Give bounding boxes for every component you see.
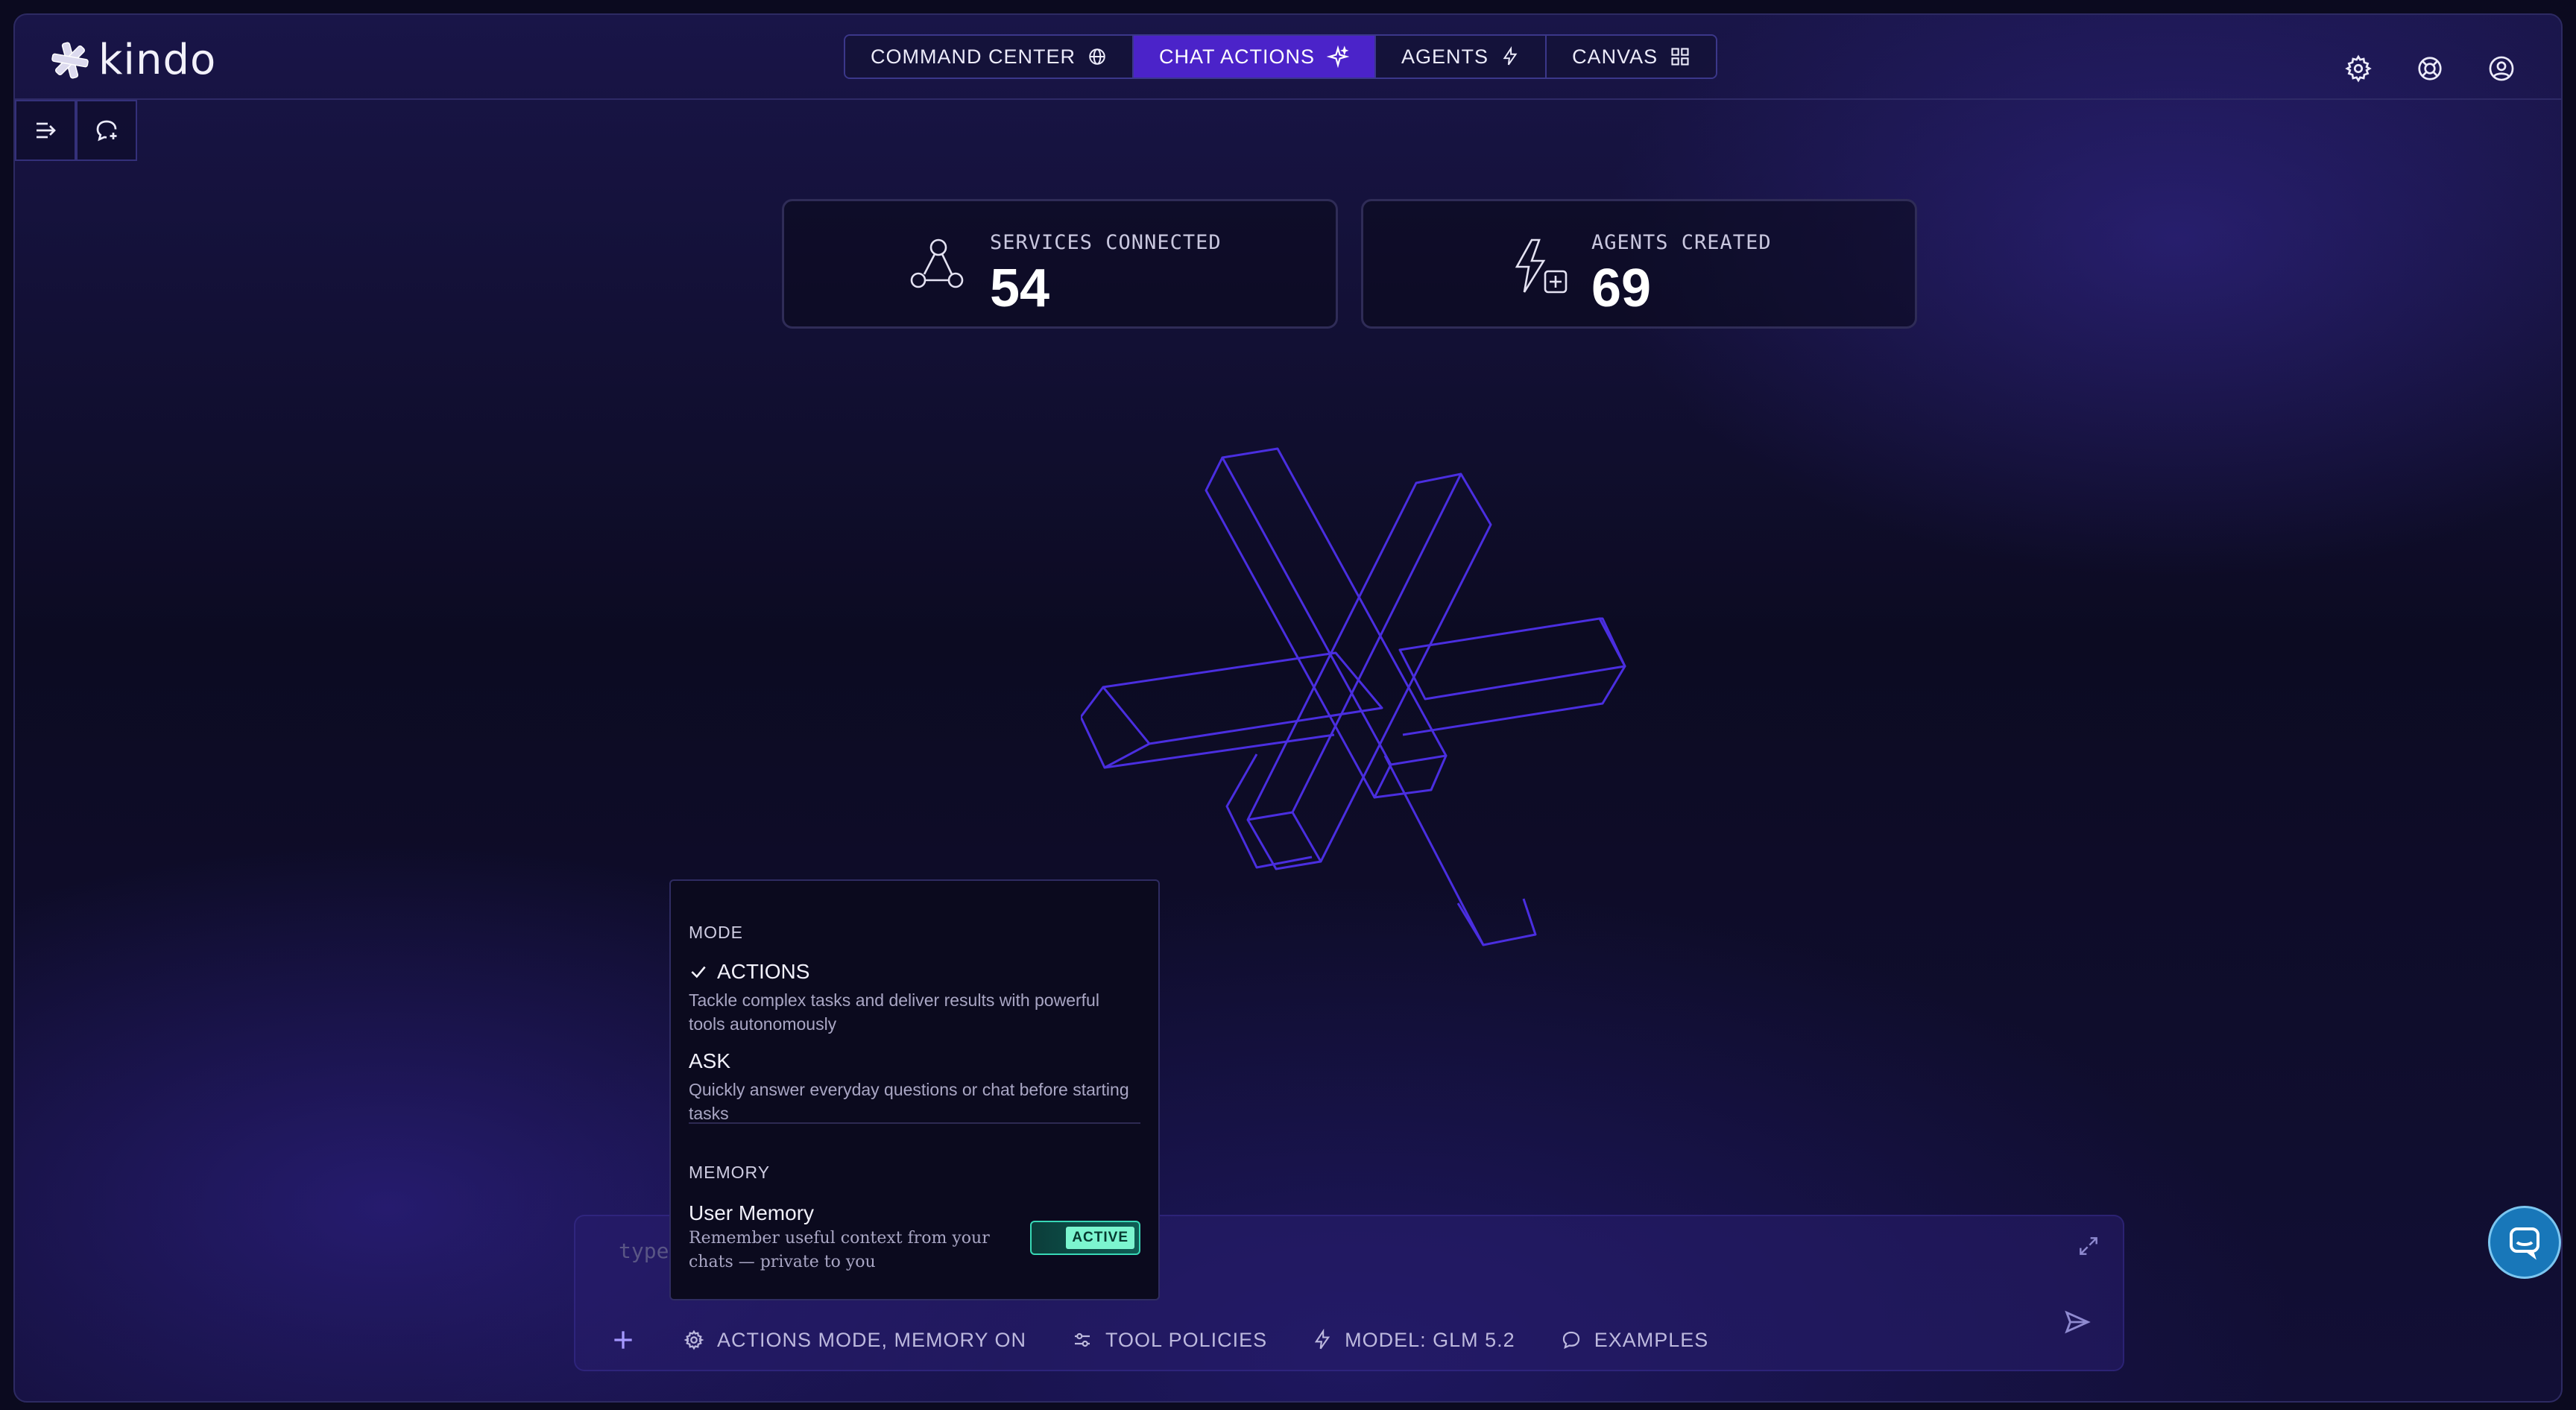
- profile-button[interactable]: [2487, 54, 2516, 83]
- kindo-logo[interactable]: kindo: [49, 36, 216, 84]
- lifebuoy-icon: [2418, 57, 2442, 80]
- tab-canvas[interactable]: CANVAS: [1547, 36, 1717, 78]
- user-memory-title: User Memory: [689, 1201, 815, 1224]
- grid-icon: [1671, 48, 1689, 66]
- model-label: MODEL: GLM 5.2: [1345, 1328, 1515, 1351]
- services-connected-card[interactable]: SERVICES CONNECTED 54: [782, 199, 1338, 329]
- chat-support-icon: [2510, 1227, 2539, 1260]
- composer-toolbar: ACTIONS MODE, MEMORY ON TOOL POLICIES MO…: [608, 1325, 1708, 1355]
- mode-selector-button[interactable]: ACTIONS MODE, MEMORY ON: [683, 1329, 1026, 1352]
- option-description: Tackle complex tasks and deliver results…: [689, 990, 1099, 1034]
- settings-button[interactable]: [2343, 54, 2373, 83]
- chat-bubble-icon: [1562, 1331, 1579, 1349]
- send-icon: [2065, 1310, 2091, 1334]
- top-bar: kindo COMMAND CENTER CHAT ACTIONS AGENTS…: [15, 15, 2561, 100]
- expand-icon: [2080, 1237, 2097, 1255]
- mode-menu: MODE ACTIONS Tackle complex tasks and de…: [669, 879, 1160, 1300]
- tab-label: AGENTS: [1401, 45, 1489, 68]
- check-icon: [691, 966, 706, 979]
- expand-composer-button[interactable]: [2077, 1234, 2100, 1262]
- mode-option-ask[interactable]: ASK: [689, 1049, 730, 1073]
- mode-section-title: MODE: [689, 923, 743, 942]
- gear-icon: [684, 1330, 704, 1350]
- help-center-button[interactable]: [2415, 54, 2445, 83]
- examples-label: EXAMPLES: [1594, 1328, 1709, 1351]
- user-memory-toggle[interactable]: ACTIVE: [1030, 1221, 1140, 1255]
- services-graph-icon: [910, 238, 964, 288]
- gear-icon: [2345, 54, 2372, 83]
- stat-label: SERVICES CONNECTED: [990, 231, 1222, 254]
- menu-divider: [689, 1122, 1140, 1124]
- chat-input[interactable]: type: [619, 1239, 669, 1263]
- agent-add-icon: [1515, 238, 1568, 294]
- tool-policies-label: TOOL POLICIES: [1105, 1328, 1268, 1351]
- tab-chat-actions[interactable]: CHAT ACTIONS: [1134, 36, 1377, 78]
- tab-agents[interactable]: AGENTS: [1376, 36, 1547, 78]
- globe-icon: [1089, 48, 1105, 65]
- app-window: kindo COMMAND CENTER CHAT ACTIONS AGENTS…: [13, 13, 2563, 1403]
- stat-value: 54: [990, 259, 1050, 318]
- tab-command-center[interactable]: COMMAND CENTER: [845, 36, 1134, 78]
- user-circle-icon: [2489, 56, 2514, 81]
- kindo-isometric-logo: [1081, 447, 1626, 946]
- sidebar-toolbar: [15, 100, 137, 161]
- active-badge: ACTIVE: [1066, 1227, 1134, 1249]
- stat-value: 69: [1591, 259, 1652, 318]
- option-description: Quickly answer everyday questions or cha…: [689, 1080, 1129, 1123]
- tool-policies-button[interactable]: TOOL POLICIES: [1071, 1329, 1267, 1352]
- new-chat-icon: [96, 120, 117, 142]
- lightning-icon: [1503, 46, 1518, 66]
- kindo-asterisk-icon: [51, 41, 89, 79]
- expand-sidebar-icon: [37, 122, 56, 139]
- agents-created-card[interactable]: AGENTS CREATED 69: [1361, 199, 1917, 329]
- option-title: ACTIONS: [717, 960, 810, 983]
- mode-option-actions[interactable]: ACTIONS: [689, 960, 809, 984]
- user-memory-description: Remember useful context from your chats …: [689, 1229, 990, 1271]
- attach-button[interactable]: [608, 1325, 638, 1355]
- support-chat-button[interactable]: [2488, 1206, 2561, 1279]
- expand-sidebar-button[interactable]: [15, 100, 76, 161]
- tab-label: COMMAND CENTER: [871, 45, 1076, 68]
- header-actions: [2343, 54, 2516, 83]
- model-selector-button[interactable]: MODEL: GLM 5.2: [1312, 1329, 1515, 1352]
- lightning-icon: [1314, 1329, 1330, 1350]
- main-nav: COMMAND CENTER CHAT ACTIONS AGENTS CANVA…: [844, 34, 1718, 79]
- memory-section-title: MEMORY: [689, 1163, 771, 1182]
- plus-icon: [614, 1331, 632, 1349]
- mode-label: ACTIONS MODE, MEMORY ON: [717, 1328, 1027, 1351]
- logo-text: kindo: [98, 36, 217, 84]
- stat-label: AGENTS CREATED: [1591, 231, 1772, 254]
- tab-label: CANVAS: [1572, 45, 1658, 68]
- option-title: ASK: [689, 1049, 731, 1072]
- sparkle-icon: [1327, 45, 1350, 68]
- examples-button[interactable]: EXAMPLES: [1560, 1329, 1709, 1352]
- sliders-icon: [1075, 1332, 1090, 1347]
- new-chat-button[interactable]: [76, 100, 137, 161]
- tab-label: CHAT ACTIONS: [1159, 45, 1316, 68]
- send-button[interactable]: [2063, 1308, 2092, 1340]
